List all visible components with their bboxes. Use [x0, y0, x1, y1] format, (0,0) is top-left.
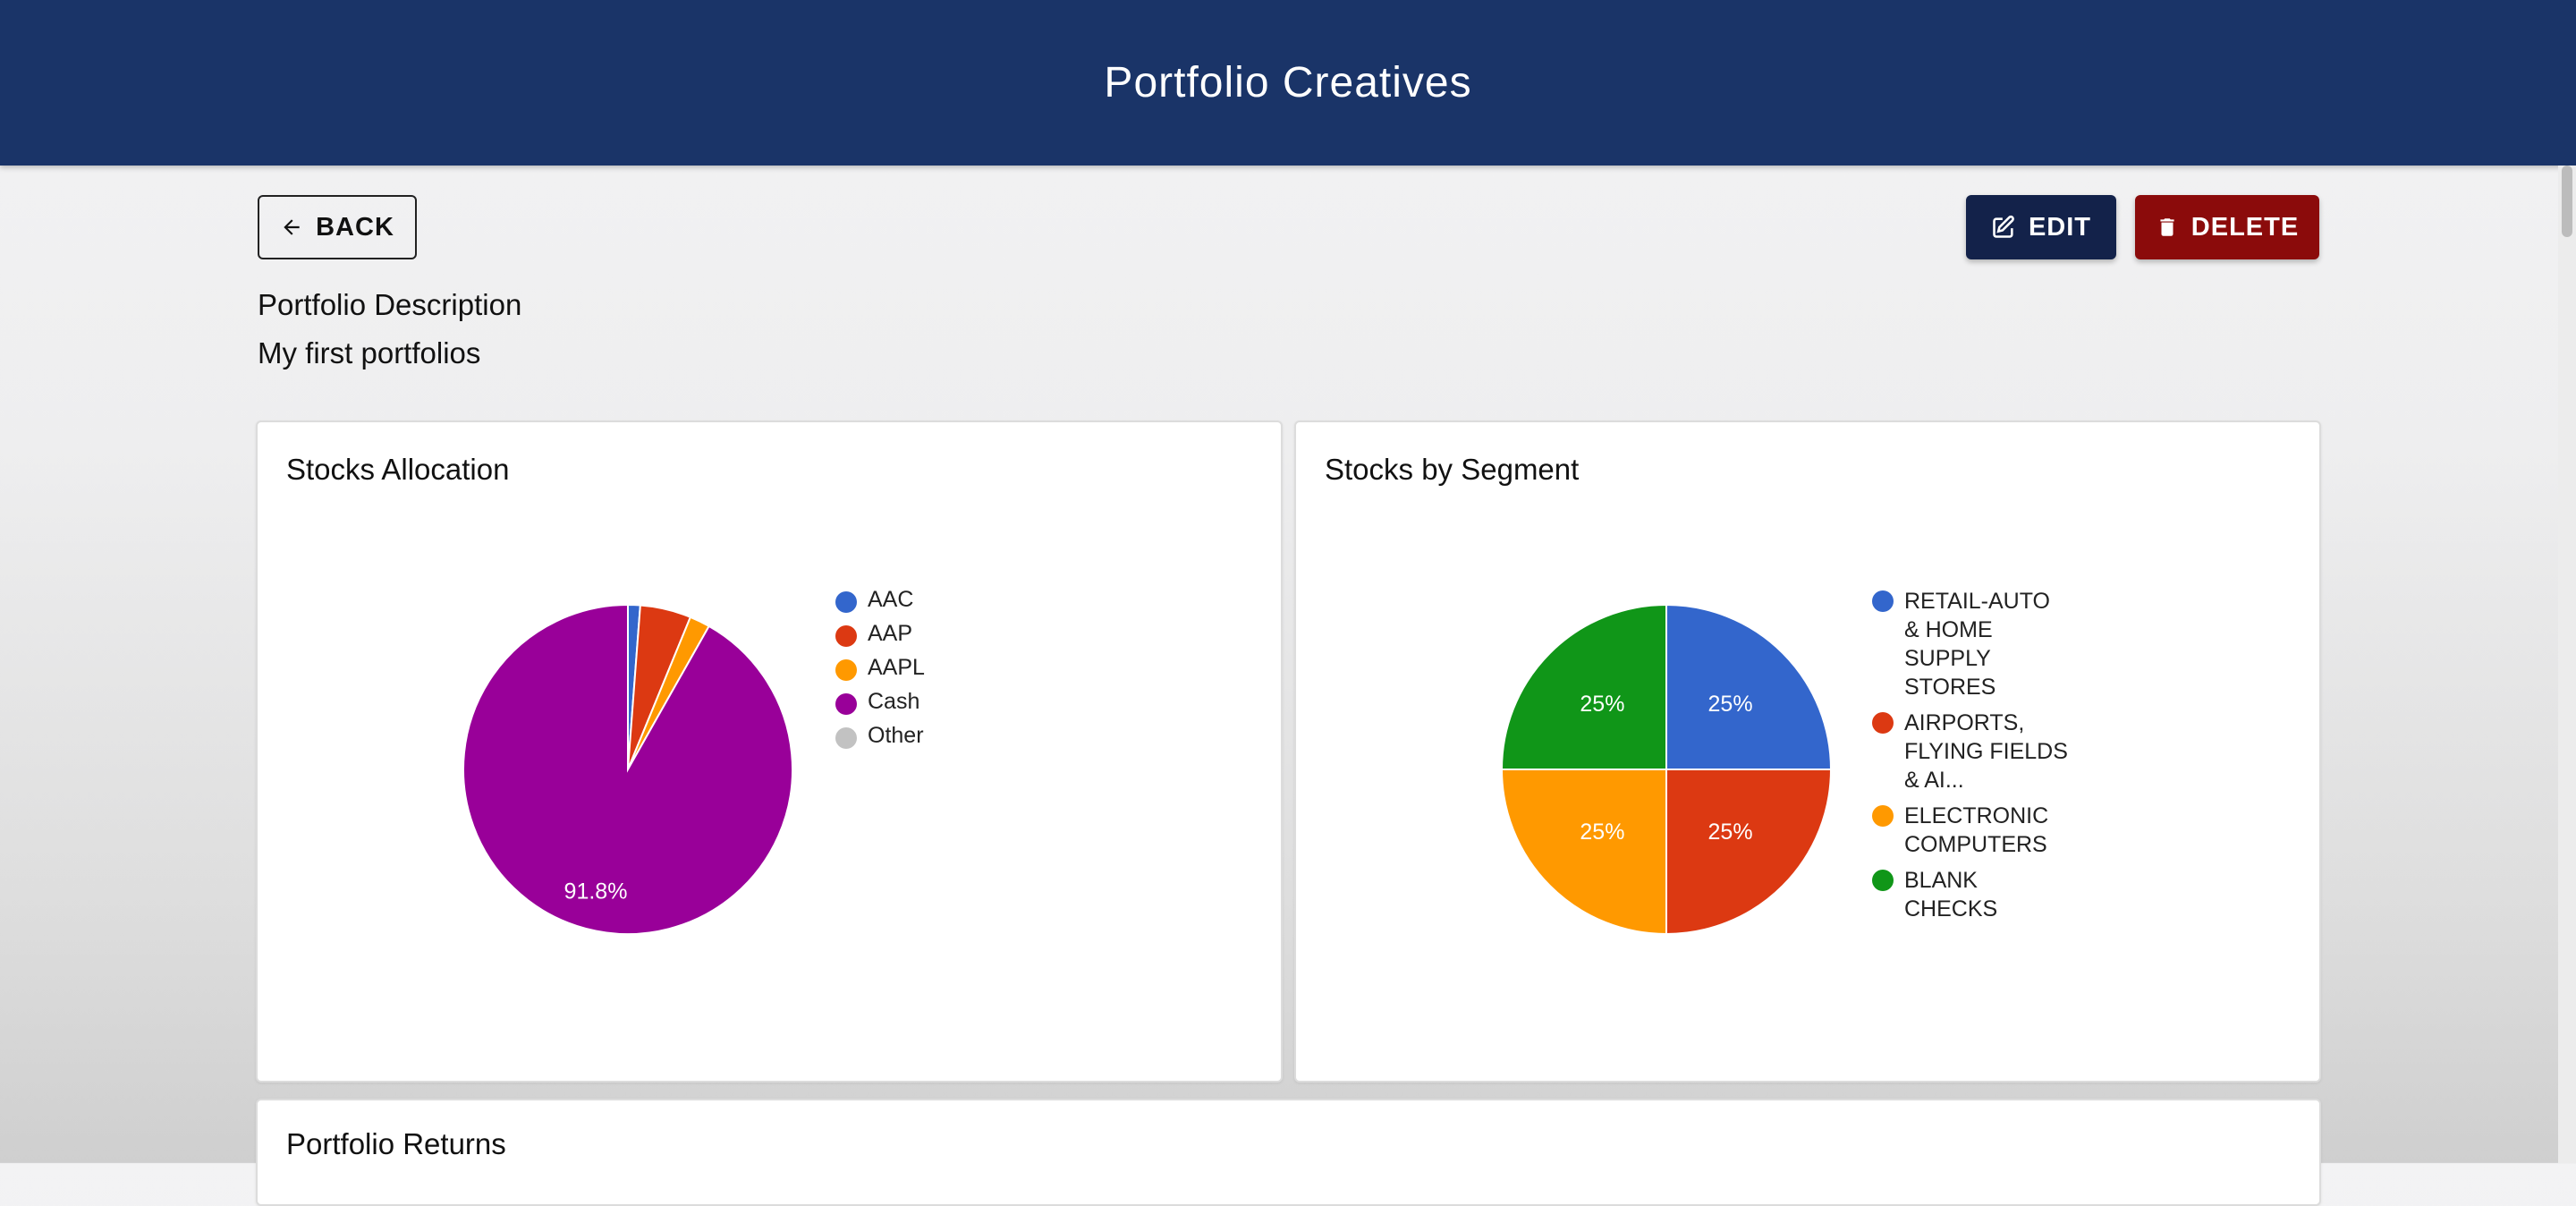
legend-label: AAP — [868, 621, 913, 646]
pie-slice-label: 25% — [1708, 692, 1753, 717]
pie-slice-label: 25% — [1708, 820, 1753, 845]
stocks-allocation-legend: AAC AAP AAPL Cash Other — [835, 587, 925, 757]
pie-slice-label: 91.8% — [564, 879, 628, 904]
stocks-allocation-title: Stocks Allocation — [286, 453, 510, 486]
legend-label: ELECTRONIC COMPUTERS — [1904, 803, 2049, 857]
stocks-by-segment-pie: 25% 25% 25% 25% — [1500, 603, 1833, 936]
legend-label: Other — [868, 723, 924, 748]
app-header: Portfolio Creatives — [0, 0, 2576, 166]
legend-swatch — [1872, 712, 1894, 734]
legend-item[interactable]: Cash — [835, 689, 925, 723]
stocks-allocation-card: Stocks Allocation 91.8% AAC AAP AAPL Cash Ot… — [256, 420, 1283, 1083]
edit-button-label: EDIT — [2028, 212, 2092, 242]
legend-item[interactable]: ELECTRONIC COMPUTERS — [1872, 802, 2069, 859]
trash-icon — [2160, 218, 2174, 236]
portfolio-description-heading: Portfolio Description — [258, 288, 522, 321]
delete-button[interactable]: DELETE — [2135, 195, 2319, 259]
delete-button-label: DELETE — [2190, 212, 2300, 242]
stocks-allocation-pie: 91.8% — [462, 603, 793, 935]
arrow-left-icon — [284, 219, 300, 235]
legend-swatch — [835, 727, 857, 749]
legend-label: AAC — [868, 587, 914, 612]
legend-item[interactable]: AAP — [835, 621, 925, 655]
legend-swatch — [1872, 590, 1894, 612]
edit-button[interactable]: EDIT — [1966, 195, 2116, 259]
back-button[interactable]: BACK — [258, 195, 417, 259]
pie-slice-electronic-computers[interactable] — [1500, 769, 1667, 936]
back-button-label: BACK — [316, 212, 394, 242]
portfolio-description-text: My first portfolios — [258, 336, 481, 369]
stocks-by-segment-title: Stocks by Segment — [1325, 453, 1580, 486]
edit-icon — [1993, 215, 2014, 238]
pie-slice-label: 25% — [1580, 692, 1624, 717]
legend-swatch — [835, 693, 857, 715]
legend-item[interactable]: Other — [835, 723, 925, 757]
portfolio-returns-title: Portfolio Returns — [286, 1127, 506, 1160]
pie-slice-airports-flying-fields-ai[interactable] — [1665, 769, 1833, 936]
pie-slice-cash[interactable] — [462, 603, 793, 935]
page-title: Portfolio Creatives — [1104, 59, 1472, 106]
pie-slice-retail-auto-home-supply-stores[interactable] — [1665, 603, 1833, 770]
legend-label: AAPL — [868, 655, 925, 680]
pie-slice-label: 25% — [1580, 820, 1624, 845]
legend-swatch — [835, 659, 857, 681]
stocks-by-segment-card: Stocks by Segment 25% 25% 25% 25% RETAIL-AU… — [1294, 420, 2321, 1083]
legend-item[interactable]: AAC — [835, 587, 925, 621]
legend-label: Cash — [868, 689, 920, 714]
legend-label: AIRPORTS, FLYING FIELDS & AI... — [1904, 710, 2068, 793]
legend-item[interactable]: BLANK CHECKS — [1872, 866, 2069, 923]
portfolio-returns-card: Portfolio Returns — [256, 1099, 2321, 1206]
page-scrollbar[interactable] — [2558, 166, 2576, 1163]
legend-item[interactable]: AIRPORTS, FLYING FIELDS & AI... — [1872, 709, 2069, 794]
legend-label: BLANK CHECKS — [1904, 868, 1998, 921]
legend-item[interactable]: RETAIL-AUTO & HOME SUPPLY STORES — [1872, 587, 2069, 701]
legend-swatch — [1872, 870, 1894, 891]
legend-swatch — [835, 591, 857, 613]
legend-swatch — [835, 625, 857, 647]
legend-item[interactable]: AAPL — [835, 655, 925, 689]
legend-swatch — [1872, 805, 1894, 827]
pie-slice-blank-checks[interactable] — [1500, 603, 1667, 770]
scrollbar-thumb[interactable] — [2562, 166, 2572, 237]
legend-label: RETAIL-AUTO & HOME SUPPLY STORES — [1904, 589, 2050, 700]
stocks-by-segment-legend: RETAIL-AUTO & HOME SUPPLY STORES AIRPORTS… — [1872, 587, 2069, 930]
